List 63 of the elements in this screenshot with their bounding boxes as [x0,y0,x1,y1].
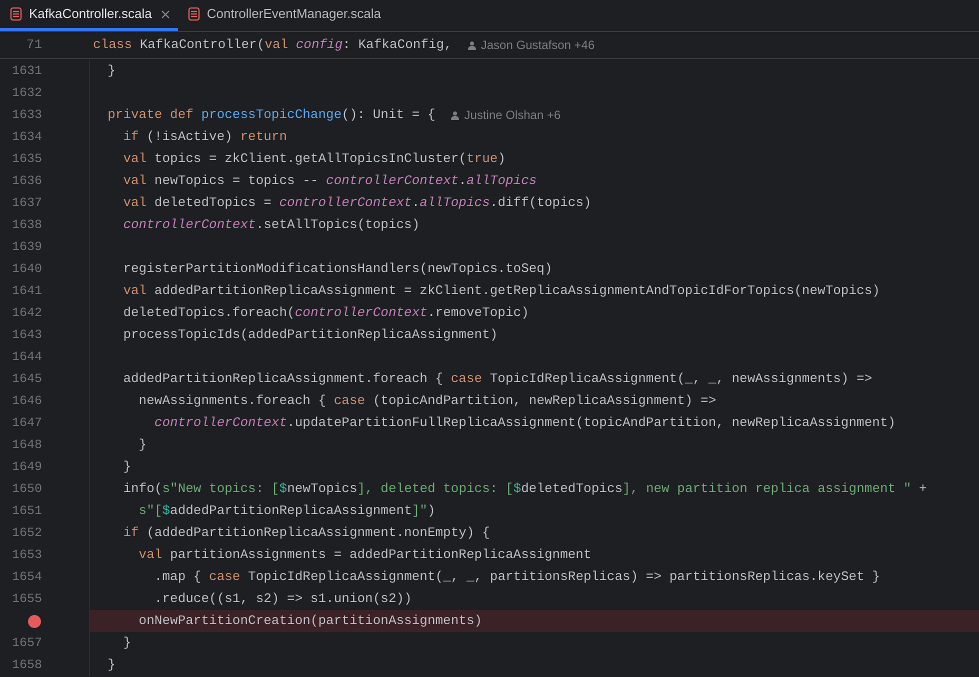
user-icon [468,40,476,50]
line-number: 1635 [12,150,42,168]
line-number: 1637 [12,194,42,212]
line-number: 1633 [12,106,42,124]
code-line: if (addedPartitionReplicaAssignment.nonEmpty) { [122,524,490,542]
code-line: val deletedTopics = controllerContext.allTopics.diff(topics) [122,194,592,212]
code-line: registerPartitionModificationsHandlers(newTopics.toSeq) [122,260,552,278]
code-line: } [122,634,132,652]
line-number: 1638 [12,216,42,234]
code-line: val addedPartitionReplicaAssignment = zkClient.getReplicaAssignmentAndTopicIdForTopics(newTopics) [122,282,880,300]
code-line: private def processTopicChange(): Unit = { [106,106,436,124]
file-icon [10,7,22,21]
line-number: 1634 [12,128,42,146]
line-number: 1646 [12,392,42,410]
line-number: 1636 [12,172,42,190]
code-line: controllerContext.setAllTopics(topics) [122,216,420,234]
line-number: 1653 [12,546,42,564]
user-icon [451,110,460,120]
line-number: 1641 [12,282,42,300]
author-annotation: Justine Olshan +6 [464,107,561,124]
line-number: 1658 [12,656,42,674]
close-icon[interactable] [160,10,170,18]
code-line: addedPartitionReplicaAssignment.foreach { case TopicIdReplicaAssignment(_, _, newAssignments) => [122,370,872,388]
line-number: 1642 [12,304,42,322]
line-number: 1639 [12,238,42,256]
line-number: 1644 [12,348,42,366]
code-line: processTopicIds(addedPartitionReplicaAssignment) [122,326,498,344]
line-number: 1650 [12,480,42,498]
code-line: controllerContext.updatePartitionFullReplicaAssignment(topicAndPartition, newReplicaAssignment) [153,414,896,432]
line-number: 1643 [12,326,42,344]
code-line: .reduce((s1, s2) => s1.union(s2)) [153,590,412,608]
code-line: deletedTopics.foreach(controllerContext.removeTopic) [122,304,529,322]
code-line: class KafkaController(val config: KafkaConfig, [93,36,452,54]
code-line: val partitionAssignments = addedPartitionReplicaAssignment [138,546,592,564]
code-line: onNewPartitionCreation(partitionAssignments) [138,612,482,630]
code-line: if (!isActive) return [122,128,288,146]
line-number: 1631 [12,62,42,80]
line-number: 71 [25,36,42,54]
code-line: val newTopics = topics -- controllerContext.allTopics [122,172,537,190]
code-line: newAssignments.foreach { case (topicAndPartition, newReplicaAssignment) => [138,392,716,410]
code-line: info(s"New topics: [$newTopics], deleted topics: [$deletedTopics], new partition replica assignment " + [122,480,927,498]
code-line: } [122,458,132,476]
author-annotation: Jason Gustafson +46 [480,37,595,54]
file-icon [188,7,200,21]
code-line: .map { case TopicIdReplicaAssignment(_, _, partitionsReplicas) => partitionsReplicas.keySet } [153,568,880,586]
line-number: 1648 [12,436,42,454]
line-number: 1640 [12,260,42,278]
line-number: 1651 [12,502,42,520]
line-number: 1654 [12,568,42,586]
code-line: } [106,656,116,674]
line-number: 1632 [12,84,42,102]
line-number: 1652 [12,524,42,542]
line-number: 1647 [12,414,42,432]
line-number: 1657 [12,634,42,652]
code-line: val topics = zkClient.getAllTopicsInCluster(true) [122,150,506,168]
code-line: } [138,436,147,454]
code-line: } [106,62,116,80]
line-number: 1655 [12,590,42,608]
code-line: s"[$addedPartitionReplicaAssignment]") [138,502,436,520]
line-number: 1645 [12,370,42,388]
breakpoint-icon[interactable] [28,614,41,628]
line-number: 1649 [12,458,42,476]
editor-tab[interactable]: ControllerEventManager.scala [178,0,389,31]
